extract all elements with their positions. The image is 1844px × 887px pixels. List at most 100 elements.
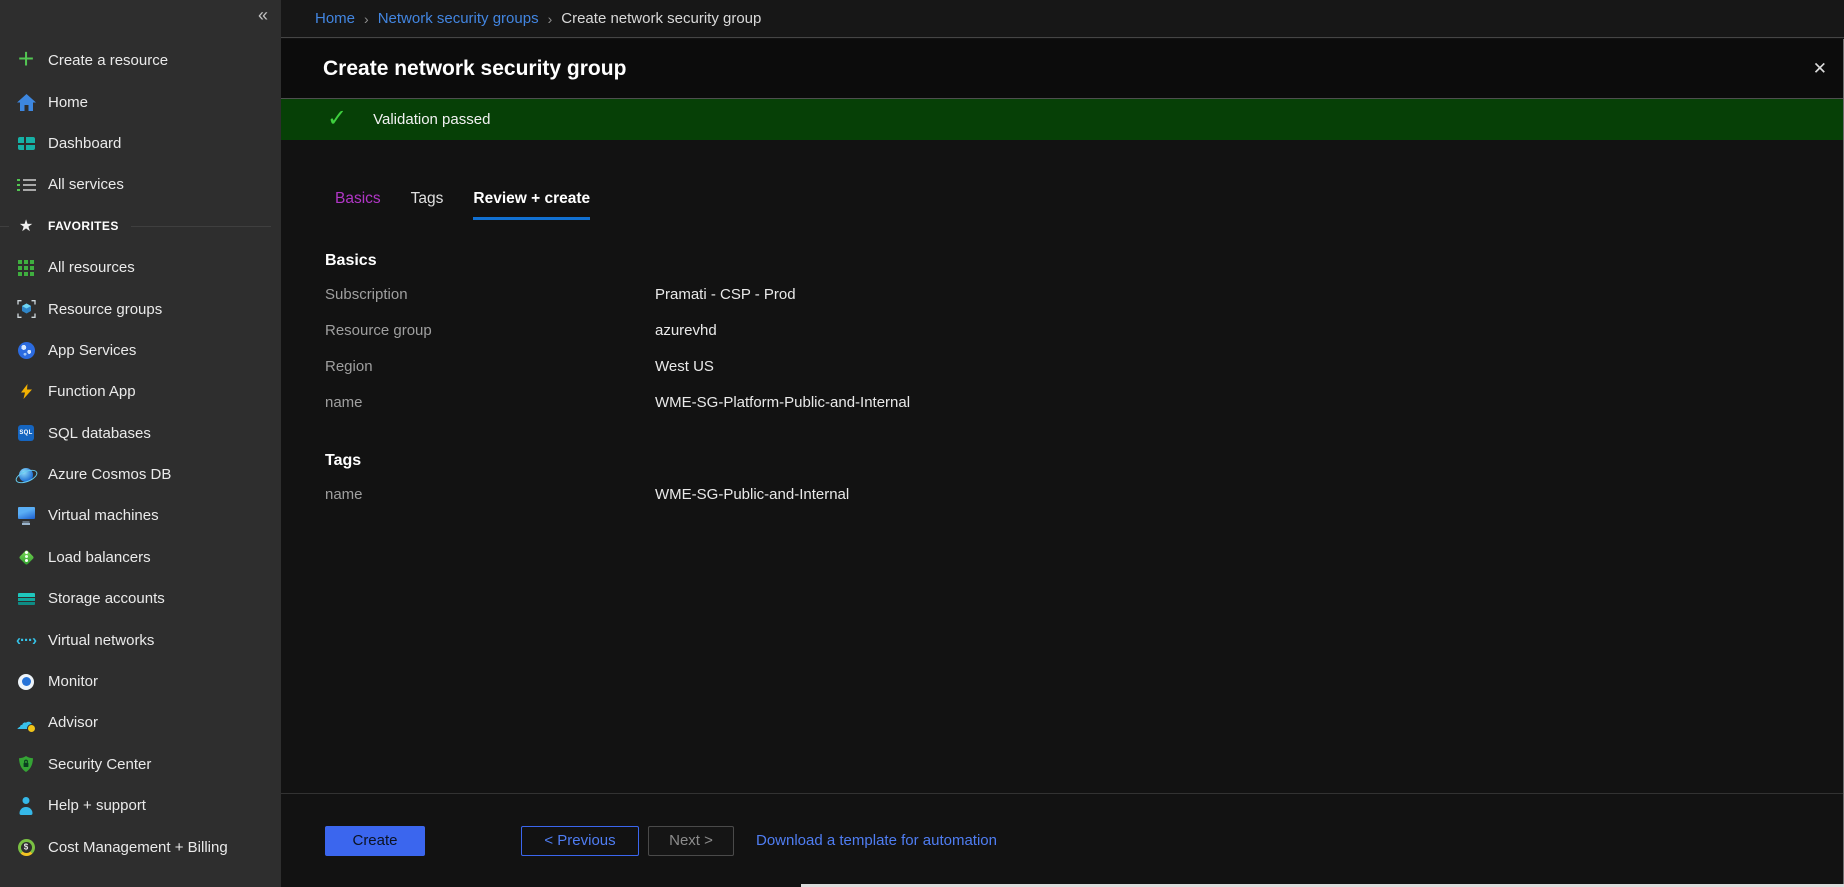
section-tags: Tags name WME-SG-Public-and-Internal bbox=[325, 452, 1843, 512]
sidebar: « Create a resource Home Dashboard All s… bbox=[0, 0, 281, 887]
sidebar-item-label: Home bbox=[48, 94, 88, 111]
tab-basics[interactable]: Basics bbox=[335, 190, 381, 220]
sidebar-item-azure-cosmos-db[interactable]: Azure Cosmos DB bbox=[0, 454, 281, 495]
sidebar-item-security-center[interactable]: Security Center bbox=[0, 744, 281, 785]
tab-review-create[interactable]: Review + create bbox=[473, 190, 590, 220]
review-row: Region West US bbox=[325, 348, 1843, 384]
panel-footer: Create < Previous Next > Download a temp… bbox=[281, 793, 1843, 887]
sidebar-item-label: SQL databases bbox=[48, 425, 151, 442]
page-title: Create network security group bbox=[323, 57, 626, 81]
cloud-badge-icon bbox=[14, 712, 38, 734]
review-row-value: azurevhd bbox=[655, 322, 717, 339]
sidebar-item-load-balancers[interactable]: Load balancers bbox=[0, 537, 281, 578]
review-row-value: Pramati - CSP - Prod bbox=[655, 286, 796, 303]
sidebar-nav: Create a resource Home Dashboard All ser… bbox=[0, 40, 281, 868]
review-row: Resource group azurevhd bbox=[325, 312, 1843, 348]
create-button[interactable]: Create bbox=[325, 826, 425, 856]
gauge-icon bbox=[14, 671, 38, 693]
tab-bar: Basics Tags Review + create bbox=[335, 190, 1843, 220]
review-row-label: Region bbox=[325, 358, 655, 375]
sidebar-item-label: App Services bbox=[48, 342, 136, 359]
grid-icon bbox=[14, 257, 38, 279]
review-row-label: Subscription bbox=[325, 286, 655, 303]
create-nsg-panel: Create network security group ✕ ✓ Valida… bbox=[281, 39, 1844, 887]
sidebar-item-app-services[interactable]: App Services bbox=[0, 330, 281, 371]
sidebar-item-create-a-resource[interactable]: Create a resource bbox=[0, 40, 281, 81]
download-template-link[interactable]: Download a template for automation bbox=[756, 832, 997, 849]
review-content: Basics Tags Review + create Basics Subsc… bbox=[281, 140, 1843, 793]
sidebar-item-label: Monitor bbox=[48, 673, 98, 690]
sidebar-section-label: FAVORITES bbox=[48, 219, 119, 233]
sidebar-item-label: Virtual networks bbox=[48, 632, 154, 649]
sidebar-item-label: Help + support bbox=[48, 797, 146, 814]
sidebar-item-label: All resources bbox=[48, 259, 135, 276]
sidebar-item-all-resources[interactable]: All resources bbox=[0, 247, 281, 288]
sidebar-item-function-app[interactable]: Function App bbox=[0, 371, 281, 412]
sidebar-item-virtual-machines[interactable]: Virtual machines bbox=[0, 495, 281, 536]
sidebar-item-label: Security Center bbox=[48, 756, 151, 773]
sidebar-item-label: Storage accounts bbox=[48, 590, 165, 607]
main-area: Home › Network security groups › Create … bbox=[281, 0, 1844, 887]
review-row-value: WME-SG-Public-and-Internal bbox=[655, 486, 849, 503]
review-row: name WME-SG-Public-and-Internal bbox=[325, 476, 1843, 512]
review-row-label: name bbox=[325, 394, 655, 411]
shield-icon bbox=[14, 753, 38, 775]
globe-dots-icon bbox=[14, 339, 38, 361]
sidebar-item-storage-accounts[interactable]: Storage accounts bbox=[0, 578, 281, 619]
review-row-value: West US bbox=[655, 358, 714, 375]
dashboard-icon bbox=[14, 132, 38, 154]
sidebar-item-sql-databases[interactable]: SQL databases bbox=[0, 413, 281, 454]
sidebar-item-label: All services bbox=[48, 176, 124, 193]
chevron-right-icon: › bbox=[548, 11, 553, 27]
sidebar-item-label: Azure Cosmos DB bbox=[48, 466, 171, 483]
section-basics: Basics Subscription Pramati - CSP - Prod… bbox=[325, 252, 1843, 420]
lightning-icon bbox=[14, 381, 38, 403]
sidebar-item-label: Create a resource bbox=[48, 52, 168, 69]
planet-icon bbox=[14, 464, 38, 486]
panel-header: Create network security group ✕ bbox=[281, 39, 1843, 98]
sidebar-item-label: Virtual machines bbox=[48, 507, 159, 524]
checkmark-icon: ✓ bbox=[327, 104, 347, 133]
sidebar-item-cost-management-billing[interactable]: Cost Management + Billing bbox=[0, 826, 281, 867]
sidebar-item-all-services[interactable]: All services bbox=[0, 164, 281, 205]
breadcrumb: Home › Network security groups › Create … bbox=[281, 0, 1844, 38]
list-icon bbox=[14, 174, 38, 196]
breadcrumb-current: Create network security group bbox=[561, 10, 761, 27]
angle-brackets-icon bbox=[14, 629, 38, 651]
breadcrumb-network-security-groups-link[interactable]: Network security groups bbox=[378, 10, 539, 27]
home-icon bbox=[14, 91, 38, 113]
diamond-icon bbox=[14, 546, 38, 568]
sidebar-item-virtual-networks[interactable]: Virtual networks bbox=[0, 619, 281, 660]
sidebar-item-resource-groups[interactable]: Resource groups bbox=[0, 288, 281, 329]
review-row: Subscription Pramati - CSP - Prod bbox=[325, 276, 1843, 312]
sidebar-item-label: Dashboard bbox=[48, 135, 121, 152]
section-title: Basics bbox=[325, 252, 1843, 270]
previous-button[interactable]: < Previous bbox=[521, 826, 639, 856]
sidebar-item-dashboard[interactable]: Dashboard bbox=[0, 123, 281, 164]
storage-bars-icon bbox=[14, 588, 38, 610]
breadcrumb-home-link[interactable]: Home bbox=[315, 10, 355, 27]
section-title: Tags bbox=[325, 452, 1843, 470]
sidebar-item-label: Cost Management + Billing bbox=[48, 839, 228, 856]
tab-tags[interactable]: Tags bbox=[411, 190, 444, 220]
star-icon bbox=[14, 215, 38, 237]
cube-brackets-icon bbox=[14, 298, 38, 320]
sidebar-item-help-support[interactable]: Help + support bbox=[0, 785, 281, 826]
monitor-screen-icon bbox=[14, 505, 38, 527]
sidebar-item-advisor[interactable]: Advisor bbox=[0, 702, 281, 743]
sql-database-icon bbox=[14, 422, 38, 444]
sidebar-item-label: Function App bbox=[48, 383, 136, 400]
sidebar-item-label: Resource groups bbox=[48, 301, 162, 318]
sidebar-item-home[interactable]: Home bbox=[0, 81, 281, 122]
plus-icon bbox=[14, 50, 38, 72]
collapse-sidebar-icon[interactable]: « bbox=[258, 5, 268, 26]
review-row-label: name bbox=[325, 486, 655, 503]
validation-message: Validation passed bbox=[373, 111, 490, 128]
person-icon bbox=[14, 795, 38, 817]
sidebar-item-label: Load balancers bbox=[48, 549, 151, 566]
close-icon[interactable]: ✕ bbox=[1813, 59, 1827, 79]
divider bbox=[131, 226, 271, 227]
sidebar-item-monitor[interactable]: Monitor bbox=[0, 661, 281, 702]
sidebar-item-label: Advisor bbox=[48, 714, 98, 731]
next-button[interactable]: Next > bbox=[648, 826, 734, 856]
